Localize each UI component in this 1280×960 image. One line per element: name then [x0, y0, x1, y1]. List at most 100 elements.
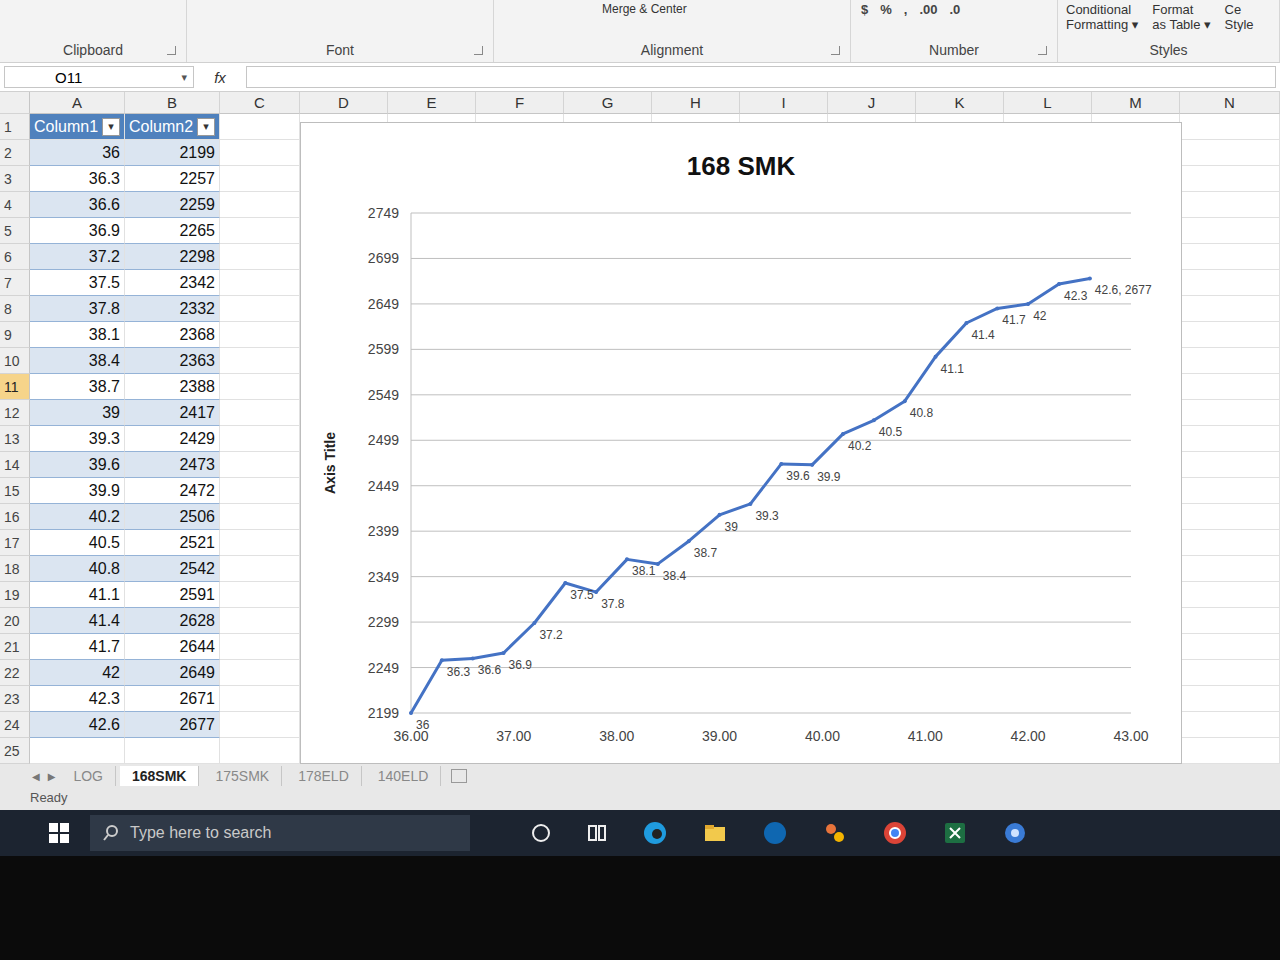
data-point[interactable] — [964, 321, 968, 325]
column-header[interactable]: I — [740, 92, 828, 114]
row-number[interactable]: 12 — [0, 400, 30, 426]
cell[interactable] — [220, 374, 300, 400]
column-header[interactable]: M — [1092, 92, 1180, 114]
cell[interactable] — [1180, 608, 1280, 634]
select-all-corner[interactable] — [0, 92, 30, 114]
style-button[interactable]: Formatas Table ▾ — [1152, 2, 1210, 32]
cell[interactable] — [220, 348, 300, 374]
number-format-button[interactable]: % — [878, 2, 894, 17]
cell[interactable] — [220, 114, 300, 140]
data-point[interactable] — [995, 306, 999, 310]
column-header[interactable]: E — [388, 92, 476, 114]
chrome-icon[interactable] — [882, 820, 908, 846]
formula-input[interactable] — [246, 66, 1276, 88]
table-cell[interactable]: 2332 — [125, 296, 220, 322]
data-point[interactable] — [1088, 276, 1092, 280]
column-header[interactable]: N — [1180, 92, 1280, 114]
cell[interactable] — [220, 660, 300, 686]
table-cell[interactable]: 2506 — [125, 504, 220, 530]
table-cell[interactable]: 2257 — [125, 166, 220, 192]
cell[interactable] — [1180, 426, 1280, 452]
table-header-cell[interactable]: Column2▾ — [125, 114, 220, 140]
cell[interactable] — [1180, 192, 1280, 218]
row-number[interactable]: 6 — [0, 244, 30, 270]
column-header[interactable]: G — [564, 92, 652, 114]
sheet-tab[interactable]: 175SMK — [203, 766, 282, 786]
table-header-cell[interactable]: Column1▾ — [30, 114, 125, 140]
cell[interactable] — [1180, 322, 1280, 348]
data-point[interactable] — [532, 621, 536, 625]
table-cell[interactable]: 2342 — [125, 270, 220, 296]
excel-icon[interactable] — [942, 820, 968, 846]
table-cell[interactable]: 2298 — [125, 244, 220, 270]
cell[interactable] — [1180, 166, 1280, 192]
table-cell[interactable]: 36 — [30, 140, 125, 166]
row-number[interactable]: 7 — [0, 270, 30, 296]
row-number[interactable]: 2 — [0, 140, 30, 166]
column-header[interactable]: B — [125, 92, 220, 114]
data-point[interactable] — [1026, 302, 1030, 306]
cell[interactable] — [220, 530, 300, 556]
table-cell[interactable]: 39 — [30, 400, 125, 426]
table-cell[interactable]: 38.4 — [30, 348, 125, 374]
table-cell[interactable]: 2649 — [125, 660, 220, 686]
table-cell[interactable]: 36.9 — [30, 218, 125, 244]
number-format-button[interactable]: , — [902, 2, 910, 17]
table-cell[interactable]: 40.2 — [30, 504, 125, 530]
cell[interactable] — [1180, 660, 1280, 686]
cell[interactable] — [1180, 634, 1280, 660]
data-point[interactable] — [718, 513, 722, 517]
table-cell[interactable]: 36.3 — [30, 166, 125, 192]
column-header[interactable]: L — [1004, 92, 1092, 114]
cell[interactable] — [1180, 452, 1280, 478]
data-point[interactable] — [563, 581, 567, 585]
cell[interactable] — [1180, 478, 1280, 504]
table-cell[interactable]: 2388 — [125, 374, 220, 400]
table-cell[interactable]: 2265 — [125, 218, 220, 244]
table-cell[interactable]: 37.8 — [30, 296, 125, 322]
data-point[interactable] — [810, 463, 814, 467]
launcher-icon[interactable] — [1038, 46, 1047, 55]
number-format-button[interactable]: .0 — [948, 2, 963, 17]
table-cell[interactable]: 42.3 — [30, 686, 125, 712]
row-number[interactable]: 21 — [0, 634, 30, 660]
table-cell[interactable]: 38.7 — [30, 374, 125, 400]
data-point[interactable] — [502, 651, 506, 655]
cell[interactable] — [220, 400, 300, 426]
row-number[interactable]: 8 — [0, 296, 30, 322]
row-number[interactable]: 24 — [0, 712, 30, 738]
data-point[interactable] — [471, 656, 475, 660]
data-point[interactable] — [440, 658, 444, 662]
taskbar-search[interactable]: Type here to search — [90, 815, 470, 851]
table-cell[interactable]: 42.6 — [30, 712, 125, 738]
row-number[interactable]: 18 — [0, 556, 30, 582]
cell[interactable] — [220, 270, 300, 296]
table-cell[interactable]: 36.6 — [30, 192, 125, 218]
table-cell[interactable]: 2429 — [125, 426, 220, 452]
style-button[interactable]: ConditionalFormatting ▾ — [1066, 2, 1138, 32]
task-view-icon[interactable] — [586, 822, 608, 844]
sheet-tab[interactable]: 178ELD — [286, 766, 362, 786]
table-cell[interactable]: 2521 — [125, 530, 220, 556]
table-cell[interactable]: 39.3 — [30, 426, 125, 452]
number-format-button[interactable]: $ — [859, 2, 870, 17]
row-number[interactable]: 16 — [0, 504, 30, 530]
cell[interactable] — [220, 218, 300, 244]
table-cell[interactable]: 2542 — [125, 556, 220, 582]
windows-icon[interactable] — [48, 822, 70, 844]
table-cell[interactable]: 2199 — [125, 140, 220, 166]
column-header[interactable]: J — [828, 92, 916, 114]
cell[interactable] — [220, 322, 300, 348]
row-number[interactable]: 4 — [0, 192, 30, 218]
data-point[interactable] — [903, 399, 907, 403]
cell[interactable] — [1180, 712, 1280, 738]
table-cell[interactable]: 39.6 — [30, 452, 125, 478]
data-point[interactable] — [594, 590, 598, 594]
table-cell[interactable]: 42 — [30, 660, 125, 686]
cortana-icon[interactable] — [530, 822, 552, 844]
cell[interactable] — [1180, 738, 1280, 764]
cell[interactable] — [1180, 218, 1280, 244]
data-point[interactable] — [841, 432, 845, 436]
fx-icon[interactable]: fx — [200, 69, 240, 86]
cell[interactable] — [220, 556, 300, 582]
